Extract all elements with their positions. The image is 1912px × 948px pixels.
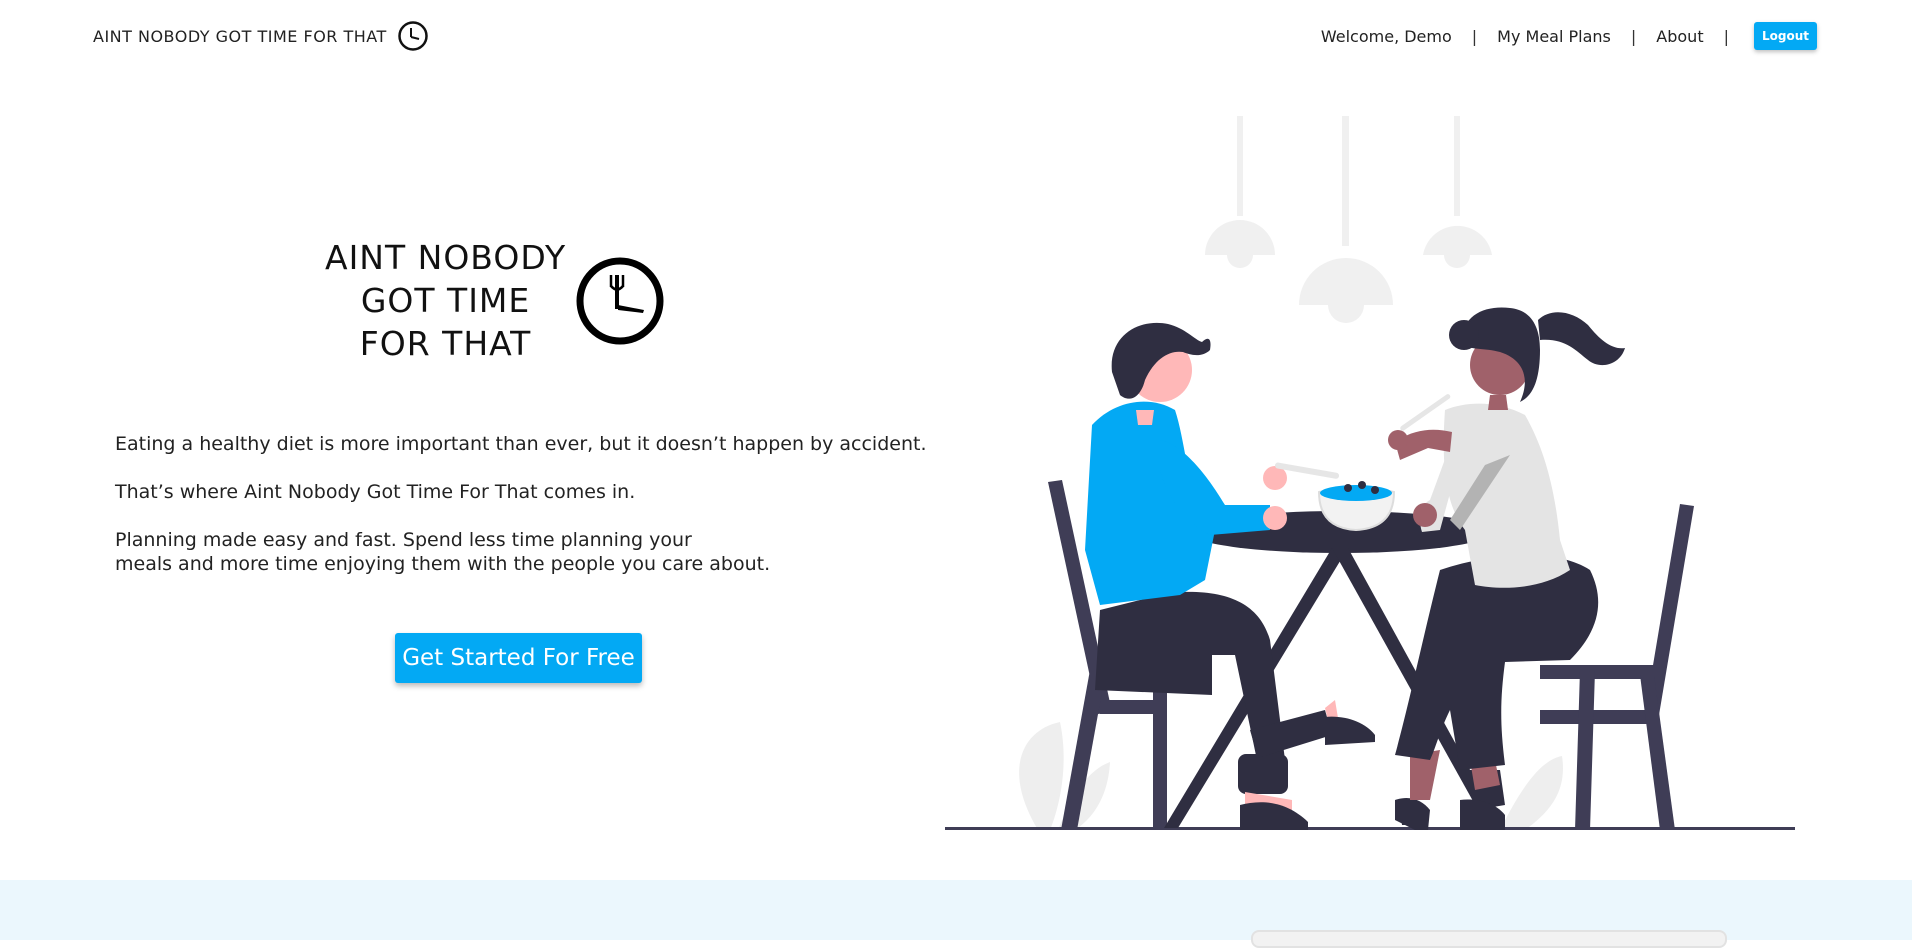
nav-separator: | — [1723, 26, 1729, 46]
get-started-button[interactable]: Get Started For Free — [395, 633, 642, 683]
nav-separator: | — [1471, 26, 1478, 46]
feature-preview-card — [1251, 930, 1727, 948]
nav-link-my-meal-plans[interactable]: My Meal Plans — [1497, 27, 1611, 46]
nav-link-about[interactable]: About — [1656, 27, 1703, 46]
man-figure — [1085, 322, 1375, 830]
benefit-line-2: meals and more time enjoying them with t… — [115, 553, 771, 575]
brand-title: AINT NOBODY GOT TIME FOR THAT — [93, 26, 387, 46]
hero-logo: AINT NOBODY GOT TIME FOR THAT — [325, 236, 666, 365]
top-navbar: AINT NOBODY GOT TIME FOR THAT Welcome, D… — [0, 0, 1912, 72]
couple-dining-illustration — [945, 116, 1795, 830]
benefit-paragraph: Planning made easy and fast. Spend less … — [115, 528, 795, 576]
hero-title-line-3: FOR THAT — [359, 324, 532, 363]
nav-menu: Welcome, Demo | My Meal Plans | About | … — [1321, 22, 1817, 50]
benefit-line-1: Planning made easy and fast. Spend less … — [115, 529, 692, 551]
hero-title-line-1: AINT NOBODY — [325, 238, 567, 277]
hero-title-line-2: GOT TIME — [360, 281, 531, 320]
intro-paragraph: Eating a healthy diet is more important … — [115, 433, 927, 455]
nav-separator: | — [1630, 26, 1637, 46]
welcome-text: Welcome, Demo — [1320, 26, 1452, 46]
clock-fork-knife-icon — [576, 257, 664, 344]
clock-icon — [398, 21, 428, 51]
tagline-paragraph: That’s where Aint Nobody Got Time For Th… — [115, 481, 636, 503]
pendant-lamps — [1205, 116, 1492, 323]
hero-description: Eating a healthy diet is more important … — [115, 432, 926, 600]
hero-title: AINT NOBODY GOT TIME FOR THAT — [325, 236, 566, 365]
logout-button[interactable]: Logout — [1753, 22, 1817, 50]
brand-logo[interactable]: AINT NOBODY GOT TIME FOR THAT — [93, 20, 429, 52]
